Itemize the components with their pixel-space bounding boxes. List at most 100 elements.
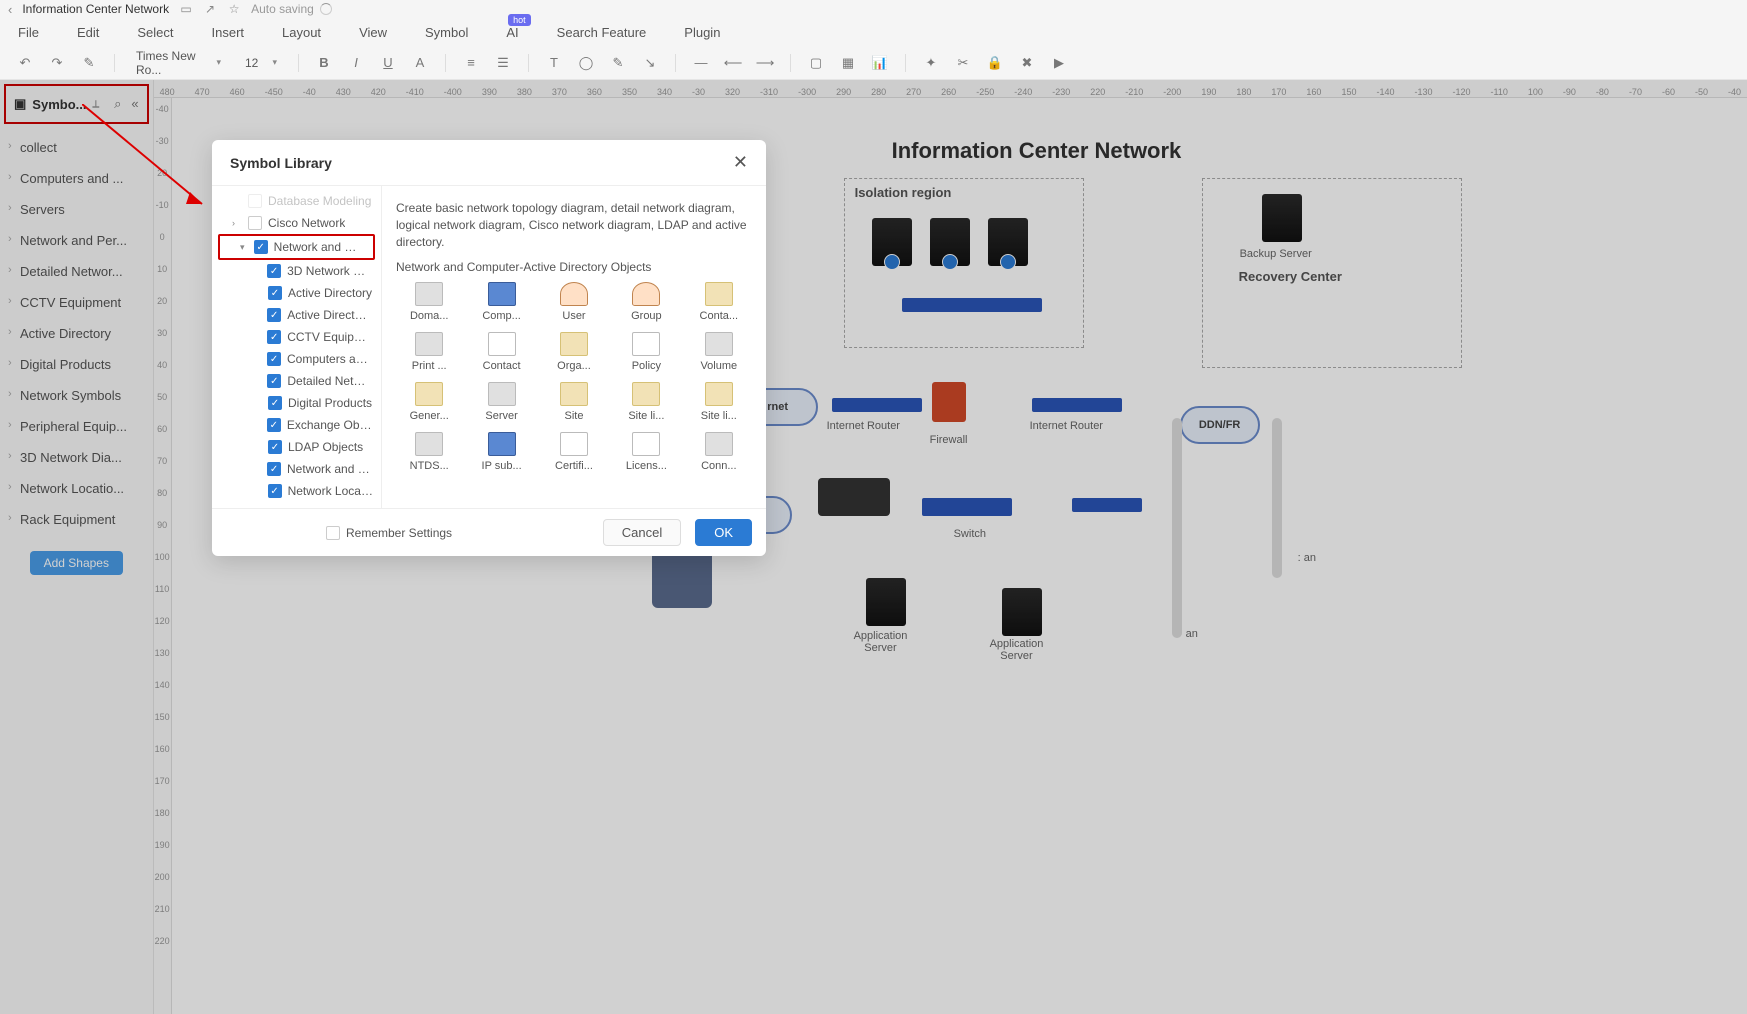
tree-item[interactable]: ✓Digital Products [212,392,381,414]
object-cell[interactable]: IP sub... [468,432,534,472]
object-cell[interactable]: Certifi... [541,432,607,472]
font-family-select[interactable]: Times New Ro...▾ [131,46,226,80]
object-cell[interactable]: Comp... [468,282,534,322]
checkbox-icon[interactable] [248,194,262,208]
table-icon[interactable]: ▦ [839,54,857,72]
font-color-icon[interactable]: A [411,54,429,72]
chart-icon[interactable]: 📊 [871,54,889,72]
text-tool-icon[interactable]: T [545,54,563,72]
tree-item[interactable]: ✓Network and Pe... [212,458,381,480]
object-cell[interactable]: Volume [686,332,752,372]
object-cell[interactable]: NTDS... [396,432,462,472]
menu-plugin[interactable]: Plugin [684,25,720,40]
ok-button[interactable]: OK [695,519,752,546]
tree-item-label: Computers and ... [287,352,373,366]
menu-edit[interactable]: Edit [77,25,99,40]
object-cell[interactable]: Server [468,382,534,422]
font-size-select[interactable]: 12▾ [240,53,282,73]
tree-item[interactable]: ✓ Active Directory... [212,304,381,326]
checkbox-icon[interactable]: ✓ [267,330,281,344]
checkbox-icon[interactable]: ✓ [267,374,281,388]
tree-item[interactable]: ✓3D Network Dia... [212,260,381,282]
checkbox-icon[interactable]: ✓ [268,286,282,300]
bold-icon[interactable]: B [315,54,333,72]
object-cell[interactable]: Print ... [396,332,462,372]
object-cell[interactable]: Conn... [686,432,752,472]
star-icon[interactable]: ☆ [227,2,241,16]
undo-icon[interactable]: ↶ [16,54,34,72]
list-icon[interactable]: ☰ [494,54,512,72]
presentation-icon[interactable]: ▶ [1050,54,1068,72]
connector-icon[interactable]: ↘ [641,54,659,72]
line-style-icon[interactable]: — [692,54,710,72]
remember-settings-checkbox[interactable]: Remember Settings [326,526,452,540]
tree-item[interactable]: ▾✓Network and Compu... [218,234,375,260]
object-label: NTDS... [410,460,449,472]
window-icon[interactable]: ▭ [179,2,193,16]
menu-ai[interactable]: AIhot [506,25,518,40]
object-cell[interactable]: Contact [468,332,534,372]
effects-icon[interactable]: ✦ [922,54,940,72]
object-cell[interactable]: Site [541,382,607,422]
object-cell[interactable]: Group [613,282,679,322]
align-icon[interactable]: ≡ [462,54,480,72]
tools-icon[interactable]: ✖ [1018,54,1036,72]
tree-item[interactable]: ✓CCTV Equipment [212,326,381,348]
pen-icon[interactable]: ✎ [609,54,627,72]
tree-item-label: Exchange Objects [287,418,373,432]
object-cell[interactable]: Policy [613,332,679,372]
tree-item[interactable]: ›Cisco Network [212,212,381,234]
image-icon[interactable]: ▢ [807,54,825,72]
arrow-start-icon[interactable]: ⟵ [724,54,742,72]
shape-icon[interactable]: ◯ [577,54,595,72]
tree-item[interactable]: ✓ Exchange Objects [212,414,381,436]
checkbox-icon[interactable]: ✓ [254,240,268,254]
menu-symbol[interactable]: Symbol [425,25,468,40]
object-label: Site [565,410,584,422]
share-icon[interactable]: ↗ [203,2,217,16]
menu-view[interactable]: View [359,25,387,40]
object-cell[interactable]: Conta... [686,282,752,322]
menu-insert[interactable]: Insert [212,25,245,40]
checkbox-icon[interactable]: ✓ [267,462,281,476]
checkbox-icon[interactable]: ✓ [267,352,281,366]
close-icon[interactable]: ✕ [733,152,748,173]
checkbox-icon[interactable]: ✓ [267,264,281,278]
tree-item[interactable]: ✓LDAP Objects [212,436,381,458]
checkbox-icon[interactable]: ✓ [268,484,282,498]
object-cell[interactable]: Site li... [686,382,752,422]
object-cell[interactable]: Licens... [613,432,679,472]
tree-item-label: Active Directory... [287,308,373,322]
object-cell[interactable]: Orga... [541,332,607,372]
tree-item[interactable]: ✓Detailed Netwo... [212,370,381,392]
object-cell[interactable]: Site li... [613,382,679,422]
arrow-end-icon[interactable]: ⟶ [756,54,774,72]
lock-icon[interactable]: 🔒 [986,54,1004,72]
tree-item[interactable]: Database Modeling [212,190,381,212]
object-icon [560,432,588,456]
tree-item[interactable]: ✓ Computers and ... [212,348,381,370]
clip-icon[interactable]: ✂ [954,54,972,72]
checkbox-icon[interactable]: ✓ [267,308,281,322]
italic-icon[interactable]: I [347,54,365,72]
brush-icon[interactable]: ✎ [80,54,98,72]
checkbox-icon[interactable]: ✓ [267,418,281,432]
object-cell[interactable]: Doma... [396,282,462,322]
menu-layout[interactable]: Layout [282,25,321,40]
checkbox-icon[interactable]: ✓ [268,396,282,410]
object-icon [632,282,660,306]
menu-select[interactable]: Select [137,25,173,40]
back-icon[interactable]: ‹ [8,2,12,17]
checkbox-icon[interactable] [248,216,262,230]
tree-item[interactable]: ✓Network Locati... [212,480,381,502]
object-cell[interactable]: User [541,282,607,322]
tree-item[interactable]: ✓Active Directory [212,282,381,304]
menu-file[interactable]: File [18,25,39,40]
category-tree[interactable]: Database Modeling›Cisco Network▾✓Network… [212,186,382,508]
underline-icon[interactable]: U [379,54,397,72]
menu-search[interactable]: Search Feature [557,25,647,40]
checkbox-icon[interactable]: ✓ [268,440,282,454]
redo-icon[interactable]: ↷ [48,54,66,72]
cancel-button[interactable]: Cancel [603,519,681,546]
object-cell[interactable]: Gener... [396,382,462,422]
